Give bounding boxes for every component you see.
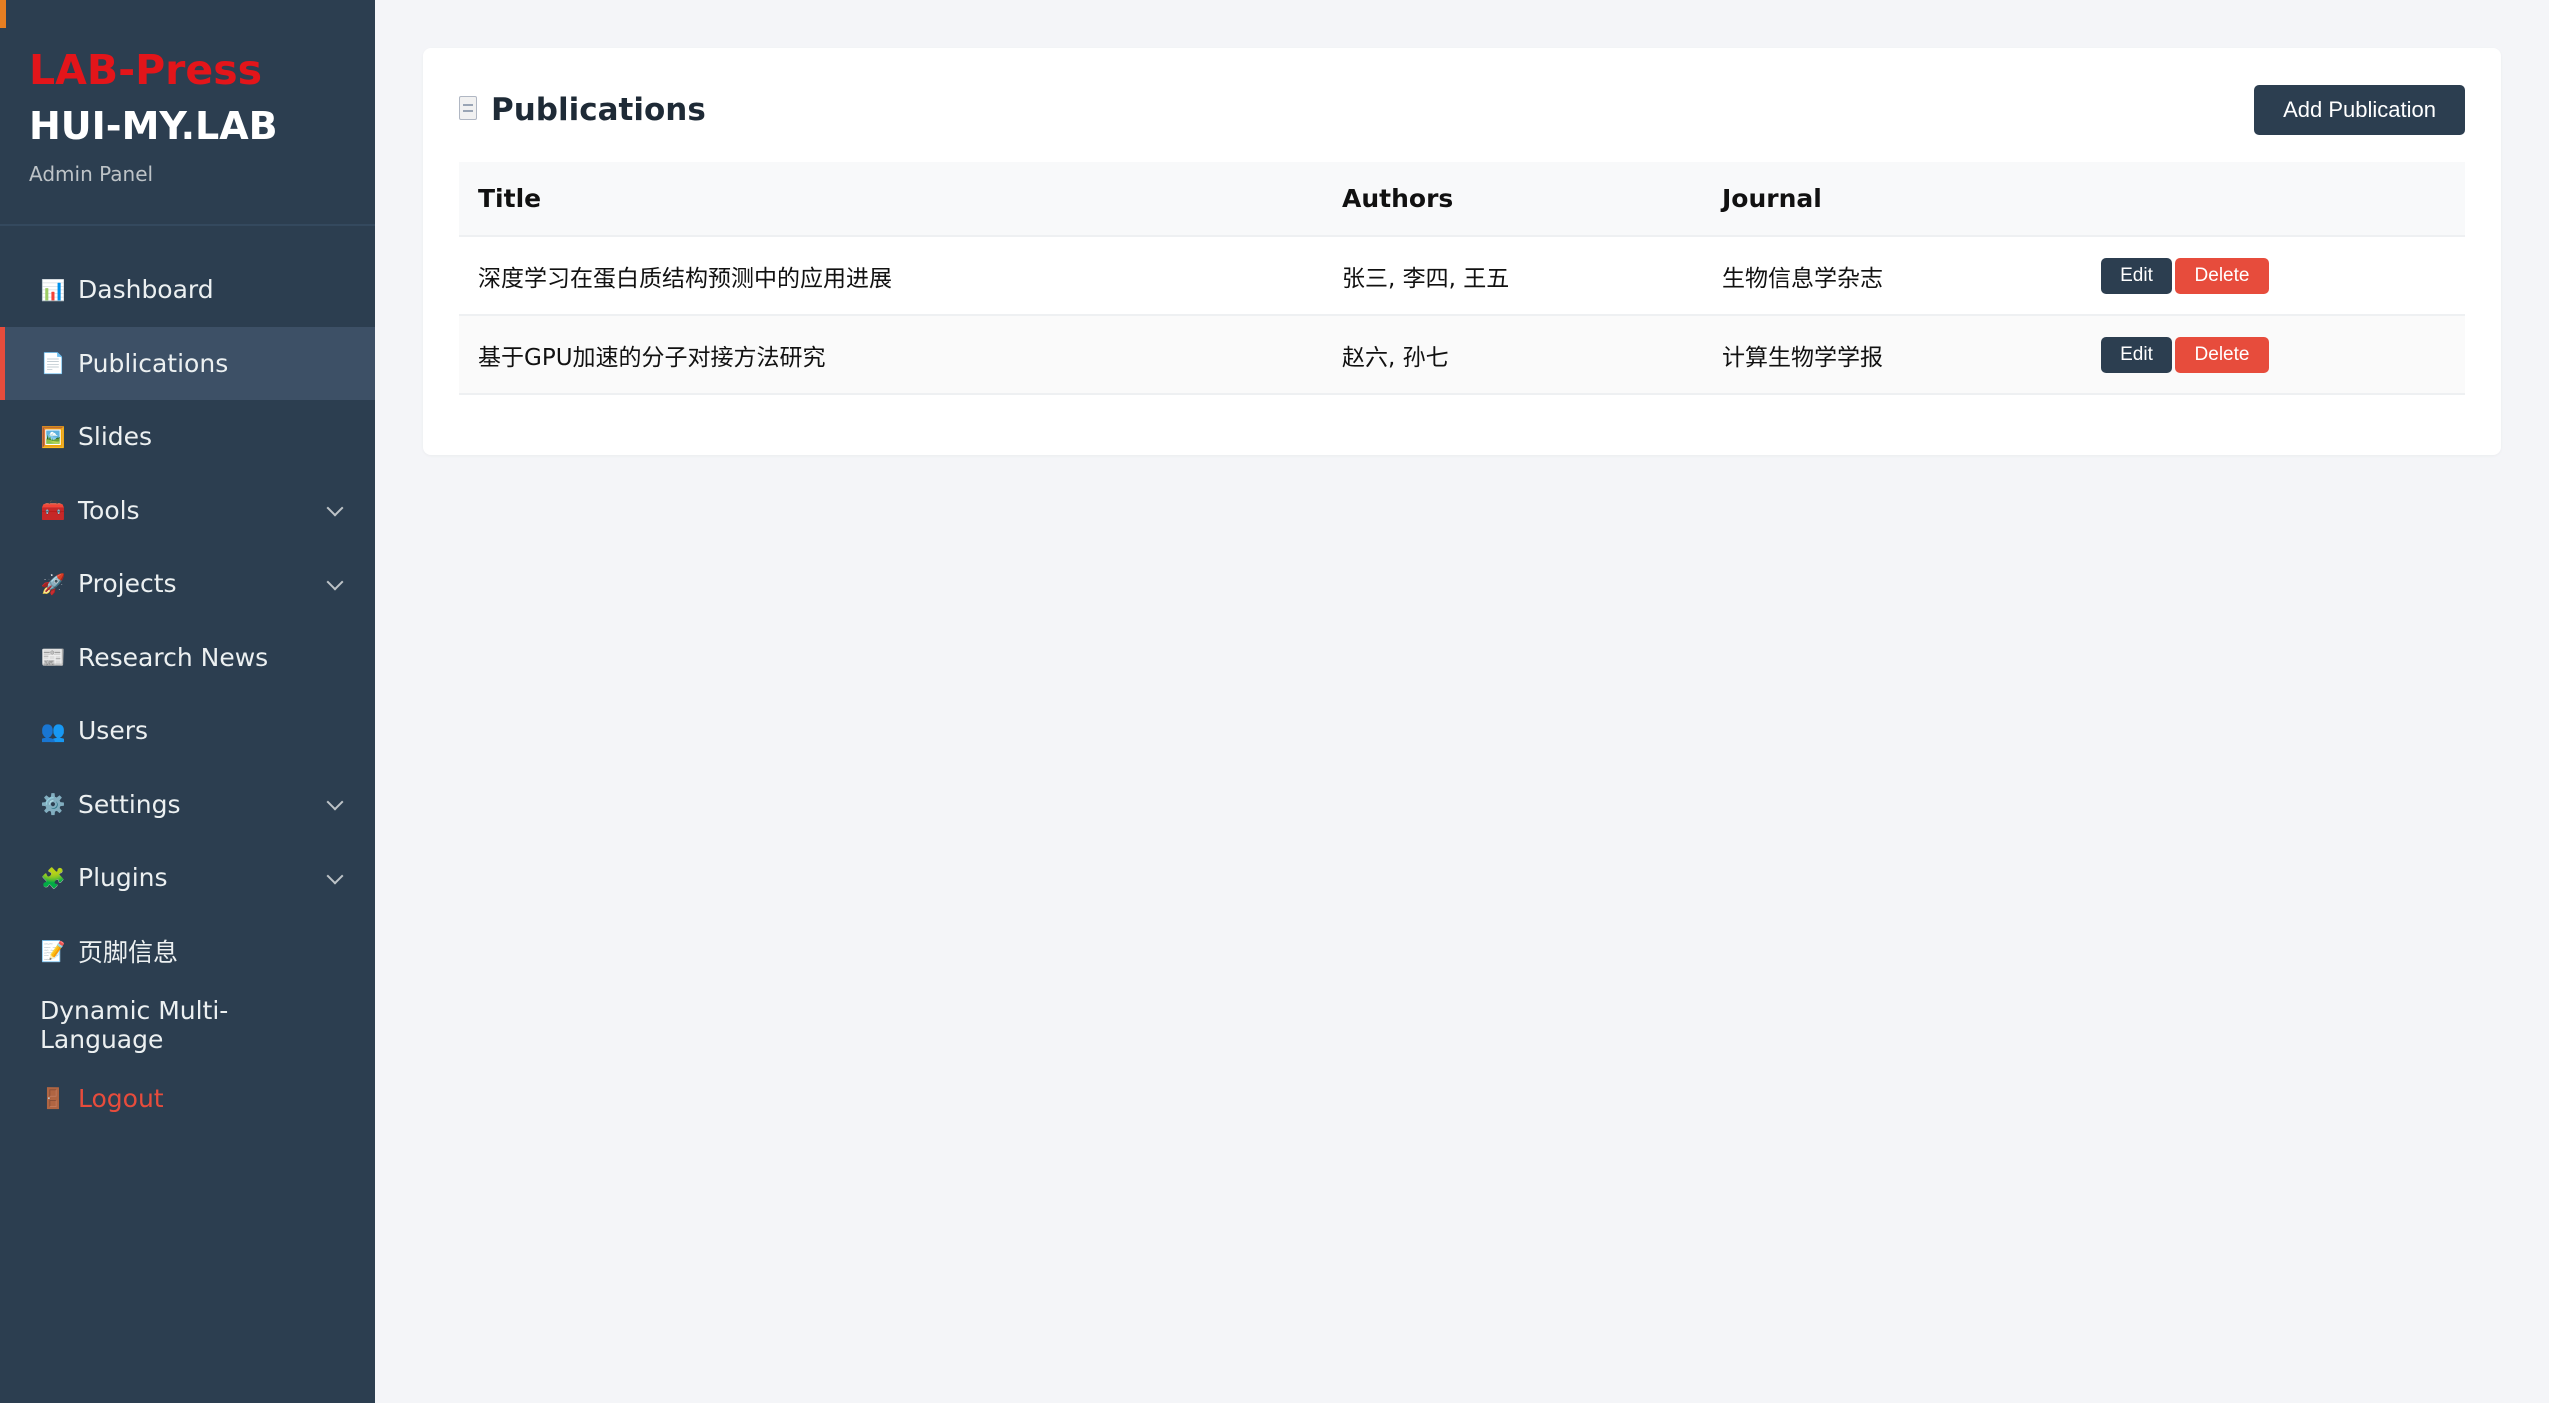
- sidebar-item-dashboard[interactable]: 📊 Dashboard: [0, 253, 375, 327]
- brand-logo-text[interactable]: LAB-Press: [29, 42, 346, 98]
- document-icon: [459, 92, 477, 128]
- sidebar-item-label: Research News: [78, 642, 269, 672]
- cell-actions: Edit Delete: [2082, 315, 2465, 395]
- sidebar-item-users[interactable]: 👥 Users: [0, 694, 375, 768]
- main-content: Publications Add Publication Title Autho…: [375, 0, 2549, 1403]
- sidebar-item-plugins[interactable]: 🧩 Plugins: [0, 841, 375, 915]
- add-publication-button[interactable]: Add Publication: [2254, 85, 2465, 135]
- sidebar-item-label: Tools: [78, 495, 140, 525]
- publications-card: Publications Add Publication Title Autho…: [423, 48, 2501, 455]
- cell-title: 深度学习在蛋白质结构预测中的应用进展: [459, 236, 1323, 316]
- sidebar-item-tools[interactable]: 🧰 Tools: [0, 474, 375, 548]
- sidebar-item-research-news[interactable]: 📰 Research News: [0, 621, 375, 695]
- newspaper-icon: 📰: [40, 645, 66, 670]
- sidebar: LAB-Press HUI-MY.LAB Admin Panel 📊 Dashb…: [0, 0, 375, 1403]
- brand: LAB-Press HUI-MY.LAB Admin Panel: [0, 0, 375, 226]
- chevron-down-icon[interactable]: [327, 502, 343, 518]
- page-title-text: Publications: [491, 92, 706, 128]
- toolbox-icon: 🧰: [40, 498, 66, 523]
- dashboard-chart-icon: 📊: [40, 277, 66, 302]
- table-header-row: Title Authors Journal: [459, 162, 2465, 237]
- cell-title: 基于GPU加速的分子对接方法研究: [459, 315, 1323, 395]
- delete-button[interactable]: Delete: [2175, 336, 2269, 373]
- sidebar-item-label: Projects: [78, 569, 177, 599]
- publications-table: Title Authors Journal 深度学习在蛋白质结构预测中的应用进展…: [459, 162, 2465, 395]
- rocket-icon: 🚀: [40, 571, 66, 596]
- sidebar-item-label: Plugins: [78, 863, 168, 893]
- sidebar-item-label: Logout: [78, 1083, 164, 1113]
- sidebar-item-label: 页脚信息: [78, 938, 179, 968]
- cell-authors: 赵六, 孙七: [1323, 315, 1703, 395]
- cell-journal: 生物信息学杂志: [1703, 236, 2082, 316]
- table-row: 深度学习在蛋白质结构预测中的应用进展 张三, 李四, 王五 生物信息学杂志 Ed…: [459, 236, 2465, 316]
- brand-subtitle: Admin Panel: [29, 162, 154, 186]
- table-row: 基于GPU加速的分子对接方法研究 赵六, 孙七 计算生物学学报 Edit Dele…: [459, 315, 2465, 395]
- sidebar-item-projects[interactable]: 🚀 Projects: [0, 547, 375, 621]
- puzzle-icon: 🧩: [40, 865, 66, 890]
- page-title: Publications: [459, 92, 706, 128]
- sidebar-item-publications[interactable]: 📄 Publications: [0, 326, 375, 400]
- cell-journal: 计算生物学学报: [1703, 315, 2082, 395]
- sidebar-item-logout[interactable]: 🚪 Logout: [0, 1062, 375, 1136]
- door-icon: 🚪: [40, 1086, 66, 1111]
- sidebar-item-label: Publications: [78, 348, 229, 378]
- cell-actions: Edit Delete: [2082, 236, 2465, 316]
- sidebar-item-settings[interactable]: ⚙️ Settings: [0, 768, 375, 842]
- sidebar-nav: 📊 Dashboard 📄 Publications 🖼️ Slides 🧰 T…: [0, 253, 375, 1135]
- column-header-actions: [2082, 162, 2465, 237]
- sidebar-item-multi-language[interactable]: Dynamic Multi-Language: [0, 988, 375, 1062]
- sidebar-item-slides[interactable]: 🖼️ Slides: [0, 400, 375, 474]
- chevron-down-icon[interactable]: [327, 796, 343, 812]
- chevron-down-icon[interactable]: [327, 870, 343, 886]
- column-header-journal[interactable]: Journal: [1703, 162, 2082, 237]
- sidebar-item-label: Settings: [78, 789, 181, 819]
- sidebar-item-footer-info[interactable]: 📝 页脚信息: [0, 915, 375, 989]
- gear-icon: ⚙️: [40, 792, 66, 817]
- sidebar-item-label: Dynamic Multi-Language: [40, 995, 229, 1054]
- chevron-down-icon[interactable]: [327, 576, 343, 592]
- delete-button[interactable]: Delete: [2175, 257, 2269, 294]
- corner-accent: [0, 0, 6, 28]
- memo-icon: 📝: [40, 939, 66, 964]
- sidebar-item-label: Dashboard: [78, 275, 214, 305]
- sidebar-item-label: Users: [78, 716, 149, 746]
- column-header-title[interactable]: Title: [459, 162, 1323, 237]
- card-header: Publications Add Publication: [459, 84, 2465, 136]
- app-root: LAB-Press HUI-MY.LAB Admin Panel 📊 Dashb…: [0, 0, 2549, 1403]
- column-header-authors[interactable]: Authors: [1323, 162, 1703, 237]
- cell-authors: 张三, 李四, 王五: [1323, 236, 1703, 316]
- users-icon: 👥: [40, 718, 66, 743]
- edit-button[interactable]: Edit: [2101, 257, 2172, 294]
- document-icon: 📄: [40, 351, 66, 376]
- edit-button[interactable]: Edit: [2101, 336, 2172, 373]
- image-icon: 🖼️: [40, 424, 66, 449]
- sidebar-item-label: Slides: [78, 422, 153, 452]
- brand-site-name[interactable]: HUI-MY.LAB: [29, 98, 346, 154]
